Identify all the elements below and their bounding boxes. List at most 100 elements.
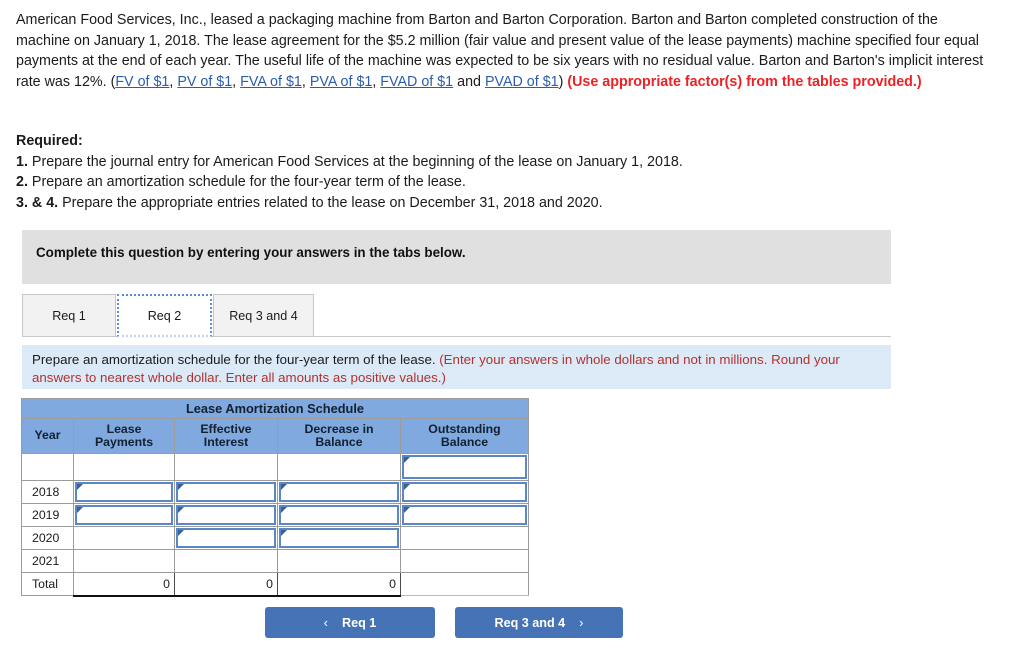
input-row-2018-lease-payments[interactable]: [75, 482, 173, 502]
col-header-effective-interest-line1: Effective: [200, 421, 252, 436]
input-row-2018-effective-interest[interactable]: [176, 482, 276, 502]
col-header-decrease-in-balance-line1: Decrease in: [304, 421, 374, 436]
col-header-effective-interest: Effective Interest: [174, 418, 278, 454]
row-2021-year: 2021: [21, 549, 74, 573]
required-item-3-number: 3. & 4.: [16, 194, 59, 211]
row-2020-decrease-in-balance[interactable]: [277, 526, 401, 550]
input-row-2020-effective-interest[interactable]: [176, 528, 276, 548]
requirement-tabs: Req 1 Req 2 Req 3 and 4: [22, 294, 891, 337]
complete-question-text: Complete this question by entering your …: [36, 245, 466, 260]
row-0-outstanding-balance[interactable]: [400, 453, 529, 481]
input-row-0-outstanding-balance[interactable]: [402, 455, 527, 479]
table-row: 2021: [21, 549, 529, 573]
row-0-year: [21, 453, 74, 481]
table-title-row: Lease Amortization Schedule: [21, 398, 529, 419]
chevron-right-icon: ›: [579, 615, 584, 630]
row-2020-lease-payments: [73, 526, 175, 550]
col-header-lease-payments: Lease Payments: [73, 418, 175, 454]
required-heading: Required:: [16, 133, 83, 149]
and-word: and: [453, 73, 485, 90]
tab-req-3-and-4-label: Req 3 and 4: [229, 308, 298, 323]
col-header-lease-payments-line2: Payments: [94, 435, 154, 449]
table-header-row: Year Lease Payments Effective Interest D…: [21, 418, 529, 454]
total-lease-payments: 0: [73, 572, 175, 597]
row-2019-decrease-in-balance[interactable]: [277, 503, 401, 527]
row-2021-decrease-in-balance: [277, 549, 401, 573]
input-row-2018-decrease-in-balance[interactable]: [279, 482, 399, 502]
col-header-decrease-in-balance-line2: Balance: [315, 435, 363, 449]
col-header-year: Year: [21, 418, 74, 454]
link-fv-of-1[interactable]: FV of $1: [115, 74, 169, 90]
row-2020-effective-interest[interactable]: [174, 526, 278, 550]
row-2019-year: 2019: [21, 503, 74, 527]
table-total-row: Total 0 0 0: [21, 572, 529, 597]
row-2021-effective-interest: [174, 549, 278, 573]
tab-req-1-label: Req 1: [52, 308, 86, 323]
row-2020-year: 2020: [21, 526, 74, 550]
table-row: 2020: [21, 526, 529, 550]
total-label: Total: [21, 572, 74, 596]
required-item-1: 1. Prepare the journal entry for America…: [16, 152, 916, 173]
input-row-2019-effective-interest[interactable]: [176, 505, 276, 525]
required-item-3-text: Prepare the appropriate entries related …: [58, 194, 603, 211]
total-effective-interest: 0: [174, 572, 278, 597]
col-header-year-line1: Year: [34, 428, 61, 443]
input-row-2018-outstanding-balance[interactable]: [402, 482, 527, 502]
worksheet-page: American Food Services, Inc., leased a p…: [0, 0, 1024, 656]
total-outstanding-balance: [400, 572, 529, 596]
input-row-2019-lease-payments[interactable]: [75, 505, 173, 525]
use-factors-emphasis: (Use appropriate factor(s) from the tabl…: [567, 73, 922, 90]
table-title: Lease Amortization Schedule: [21, 398, 529, 419]
col-header-lease-payments-line1: Lease: [106, 421, 142, 436]
required-block: Required: 1. Prepare the journal entry f…: [16, 131, 916, 213]
sep-2: ,: [232, 73, 241, 90]
next-req-3-and-4-button[interactable]: Req 3 and 4 ›: [455, 607, 623, 638]
row-2018-outstanding-balance[interactable]: [400, 480, 529, 504]
total-decrease-in-balance: 0: [277, 572, 401, 597]
input-row-2019-outstanding-balance[interactable]: [402, 505, 527, 525]
row-2019-outstanding-balance[interactable]: [400, 503, 529, 527]
tab-req-2-label: Req 2: [147, 308, 182, 323]
instruction-text: Prepare an amortization schedule for the…: [32, 351, 884, 387]
col-header-outstanding-balance-line2: Balance: [440, 435, 489, 449]
row-2018-year: 2018: [21, 480, 74, 504]
link-pv-of-1[interactable]: PV of $1: [177, 74, 232, 90]
instruction-main: Prepare an amortization schedule for the…: [32, 352, 440, 367]
row-0-lease-payments: [73, 453, 175, 481]
required-item-1-number: 1.: [16, 153, 28, 170]
row-2021-outstanding-balance: [400, 549, 529, 573]
input-row-2019-decrease-in-balance[interactable]: [279, 505, 399, 525]
link-pva-of-1[interactable]: PVA of $1: [310, 74, 373, 90]
tab-req-1[interactable]: Req 1: [22, 294, 116, 337]
complete-question-banner: Complete this question by entering your …: [22, 230, 891, 284]
prev-req-1-button[interactable]: ‹ Req 1: [265, 607, 435, 638]
problem-statement: American Food Services, Inc., leased a p…: [16, 10, 992, 92]
row-2019-lease-payments[interactable]: [73, 503, 175, 527]
required-item-2-number: 2.: [16, 174, 28, 190]
chevron-left-icon: ‹: [323, 615, 329, 630]
col-header-outstanding-balance-line1: Outstanding: [428, 421, 501, 436]
row-2021-lease-payments: [73, 549, 175, 573]
row-2018-decrease-in-balance[interactable]: [277, 480, 401, 504]
lease-amortization-table: Lease Amortization Schedule Year Lease P…: [21, 398, 529, 597]
link-pvad-of-1[interactable]: PVAD of $1: [485, 74, 559, 90]
col-header-decrease-in-balance: Decrease in Balance: [277, 418, 401, 454]
sep-3: ,: [301, 73, 310, 90]
prev-req-1-label: Req 1: [342, 615, 377, 630]
row-2020-outstanding-balance: [400, 526, 529, 550]
tab-req-2[interactable]: Req 2: [117, 294, 212, 337]
row-2019-effective-interest[interactable]: [174, 503, 278, 527]
input-row-2020-decrease-in-balance[interactable]: [279, 528, 399, 548]
link-fva-of-1[interactable]: FVA of $1: [240, 74, 302, 90]
required-item-3: 3. & 4. Prepare the appropriate entries …: [16, 193, 916, 214]
row-2018-effective-interest[interactable]: [174, 480, 278, 504]
row-0-decrease-in-balance: [277, 453, 401, 481]
row-2018-lease-payments[interactable]: [73, 480, 175, 504]
tab-req-3-and-4[interactable]: Req 3 and 4: [213, 294, 314, 337]
instruction-banner: Prepare an amortization schedule for the…: [22, 345, 891, 389]
link-fvad-of-1[interactable]: FVAD of $1: [380, 74, 453, 90]
col-header-outstanding-balance: Outstanding Balance: [400, 418, 529, 454]
table-row: 2018: [21, 480, 529, 504]
table-row: [21, 453, 529, 481]
next-req-3-and-4-label: Req 3 and 4: [494, 615, 566, 630]
